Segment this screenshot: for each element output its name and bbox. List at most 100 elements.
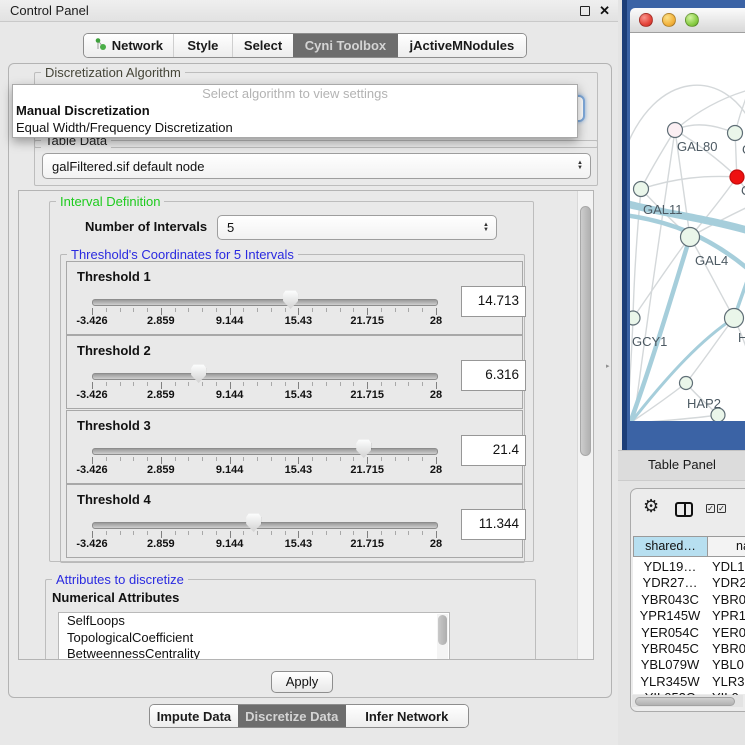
scrollbar-thumb[interactable] — [580, 206, 591, 456]
table-cell-name[interactable]: YBR0 — [708, 641, 745, 656]
slider-tick — [175, 457, 176, 461]
panel-resize-grip[interactable]: ▸ — [606, 363, 612, 371]
table-h-scrollbar[interactable] — [632, 695, 743, 707]
threshold-value-field[interactable]: 21.4 — [461, 435, 526, 466]
minimize-traffic-light-icon[interactable] — [662, 13, 676, 27]
network-node[interactable] — [725, 309, 744, 328]
slider-tick — [312, 382, 313, 386]
network-node[interactable] — [680, 377, 693, 390]
slider-track[interactable] — [92, 373, 438, 380]
tab-style[interactable]: Style — [173, 34, 232, 57]
network-node[interactable] — [728, 126, 743, 141]
slider-tick — [147, 457, 148, 461]
scrollbar-thumb[interactable] — [635, 697, 735, 706]
dropdown-option[interactable]: Manual Discretization — [13, 102, 577, 119]
float-icon[interactable] — [580, 6, 590, 16]
threshold-label: Threshold 4 — [77, 492, 151, 507]
slider-tick — [216, 531, 217, 535]
tick-label: 15.43 — [285, 538, 313, 550]
table-cell-shared-name[interactable]: YPR145W — [633, 608, 707, 623]
algorithm-dropdown-popup: Select algorithm to view settings Manual… — [12, 84, 578, 138]
tick-label: -3.426 — [76, 538, 107, 550]
scrollbar-thumb[interactable] — [438, 615, 447, 645]
num-intervals-select[interactable]: 5 ▲▼ — [217, 215, 497, 240]
node-label: C — [741, 183, 745, 198]
slider-tick — [243, 457, 244, 461]
gear-icon[interactable]: ⚙ — [643, 497, 659, 515]
list-item[interactable]: TopologicalCoefficient — [59, 630, 449, 647]
checkbox-icon[interactable]: ✓ — [717, 504, 726, 513]
node-label: HAP2 — [687, 396, 721, 411]
network-node[interactable] — [730, 170, 744, 184]
network-edge — [630, 318, 633, 408]
apply-button[interactable]: Apply — [271, 671, 333, 693]
table-cell-shared-name[interactable]: YER054C — [633, 625, 707, 640]
list-item[interactable]: BetweennessCentrality — [59, 646, 449, 660]
network-node[interactable] — [668, 123, 683, 138]
column-header-shared-name[interactable]: shared… — [633, 536, 708, 557]
tab-jactivemnodules[interactable]: jActiveMNodules — [397, 34, 526, 57]
network-node[interactable] — [681, 228, 700, 247]
slider-tick — [408, 382, 409, 386]
table-cell-name[interactable]: YDR2 — [708, 575, 745, 590]
threshold-panel: Threshold 2-3.4262.8599.14415.4321.71528… — [66, 335, 523, 409]
network-node[interactable] — [630, 311, 640, 325]
threshold-value-field[interactable]: 14.713 — [461, 286, 526, 317]
dropdown-option[interactable]: Equal Width/Frequency Discretization — [13, 119, 577, 136]
list-scrollbar[interactable] — [437, 614, 448, 660]
table-cell-name[interactable]: YDL1 — [708, 559, 745, 574]
network-canvas[interactable]: GAL80GACGAL11GAL4GCY1HHAP2 — [630, 33, 745, 421]
slider-track[interactable] — [92, 448, 438, 455]
tab-network[interactable]: Network — [84, 34, 173, 57]
table-data-select[interactable]: galFiltered.sif default node ▲▼ — [42, 153, 591, 179]
zoom-traffic-light-icon[interactable] — [685, 13, 699, 27]
attribute-list[interactable]: SelfLoopsTopologicalCoefficientBetweenne… — [58, 612, 450, 660]
close-icon[interactable]: ✕ — [599, 3, 610, 19]
table-cell-shared-name[interactable]: YDR27… — [633, 575, 707, 590]
slider-tick — [106, 457, 107, 461]
tab-select[interactable]: Select — [232, 34, 293, 57]
tick-label: 9.144 — [216, 389, 244, 401]
table-cell-shared-name[interactable]: YBL079W — [633, 657, 707, 672]
network-node[interactable] — [634, 182, 649, 197]
network-edge — [633, 237, 690, 318]
slider-thumb[interactable] — [246, 513, 261, 532]
table-cell-name[interactable]: YPR1 — [708, 608, 745, 623]
slider-tick — [367, 308, 368, 315]
slider-tick — [436, 531, 437, 538]
checkbox-icon[interactable]: ✓ — [706, 504, 715, 513]
table-cell-name[interactable]: YBL0 — [708, 657, 745, 672]
slider-tick — [161, 308, 162, 315]
slider-track[interactable] — [92, 522, 438, 529]
slider-tick — [202, 457, 203, 461]
attributes-group: Attributes to discretize Numerical Attri… — [45, 579, 536, 660]
panel-scrollbar[interactable] — [577, 191, 593, 659]
column-header-name[interactable]: na — [707, 536, 745, 557]
slider-tick — [271, 531, 272, 535]
list-item[interactable]: SelfLoops — [59, 613, 449, 630]
threshold-value-field[interactable]: 6.316 — [461, 360, 526, 391]
slider-track[interactable] — [92, 299, 438, 306]
slider-thumb[interactable] — [283, 290, 298, 309]
close-traffic-light-icon[interactable] — [639, 13, 653, 27]
slider-tick — [243, 308, 244, 312]
table-cell-shared-name[interactable]: YBR043C — [633, 592, 707, 607]
table-cell-shared-name[interactable]: YLR345W — [633, 674, 707, 689]
table-cell-name[interactable]: YER0 — [708, 625, 745, 640]
tick-label: -3.426 — [76, 464, 107, 476]
tab-cyni-toolbox[interactable]: Cyni Toolbox — [293, 34, 397, 57]
tab-discretize-data[interactable]: Discretize Data — [238, 705, 345, 727]
tab-impute-data[interactable]: Impute Data — [150, 705, 238, 727]
table-cell-name[interactable]: YLR3 — [708, 674, 745, 689]
table-cell-name[interactable]: YBR0 — [708, 592, 745, 607]
slider-thumb[interactable] — [356, 439, 371, 458]
table-cell-shared-name[interactable]: YBR045C — [633, 641, 707, 656]
tab-infer-network[interactable]: Infer Network — [345, 705, 468, 727]
columns-icon[interactable] — [675, 502, 693, 517]
group-title: Attributes to discretize — [52, 572, 188, 587]
threshold-value-field[interactable]: 11.344 — [461, 509, 526, 540]
tab-label: Cyni Toolbox — [305, 38, 386, 53]
slider-thumb[interactable] — [191, 364, 206, 383]
table-cell-shared-name[interactable]: YDL19… — [633, 559, 707, 574]
network-graph[interactable]: GAL80GACGAL11GAL4GCY1HHAP2 — [630, 33, 745, 421]
